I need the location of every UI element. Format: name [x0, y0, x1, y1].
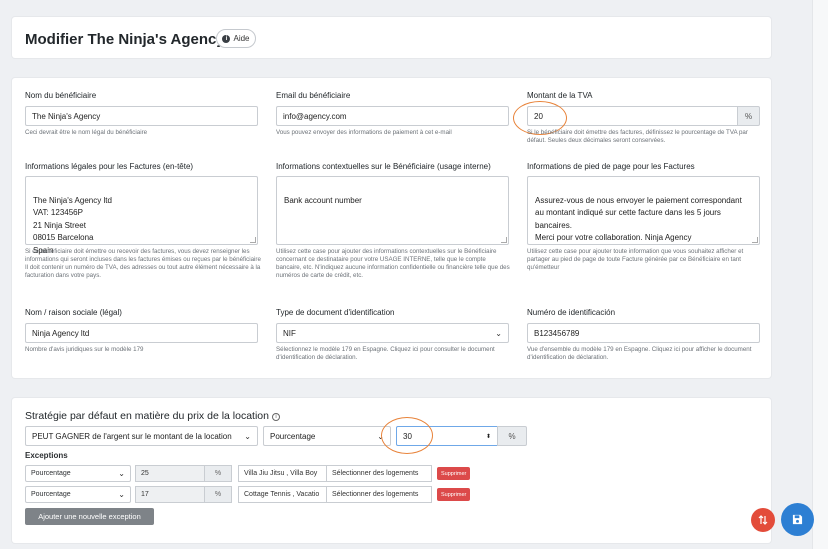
highlight-circle [381, 417, 433, 454]
beneficiary-email-input[interactable]: info@agency.com [276, 106, 509, 126]
help-button-label: Aide [233, 34, 250, 43]
help-button[interactable]: i Aide [216, 29, 256, 48]
beneficiary-email-help: Vous pouvez envoyer des informations de … [276, 129, 452, 136]
page-title: Modifier The Ninja's Agency [25, 31, 225, 48]
info-circle-icon[interactable]: i [271, 413, 280, 421]
exception-listings-field[interactable]: Villa Jiu Jitsu , Villa Boy [238, 465, 327, 482]
sort-arrows-icon [758, 515, 768, 525]
company-name-help: Nombre d'avis juridiques sur le modèle 1… [25, 346, 144, 353]
exception-mode-select[interactable]: Pourcentage ⌄ [25, 465, 131, 482]
chevron-down-icon: ⌄ [118, 490, 125, 499]
legal-info-label: Informations légales pour les Factures (… [25, 162, 194, 171]
chevron-down-icon: ⌄ [118, 469, 125, 478]
exception-value-input[interactable]: 17 [135, 486, 205, 503]
doc-type-help: Sélectionnez le modèle 179 en Espagne. C… [276, 346, 495, 361]
chevron-down-icon: ⌄ [495, 328, 502, 338]
legal-info-help: Si ce bénéficiaire doit émettre ou recev… [25, 248, 261, 279]
chevron-down-icon: ⌄ [244, 431, 251, 441]
vat-help: Si le bénéficiaire doit émettre des fact… [527, 129, 748, 144]
pricing-unit-addon: % [497, 426, 527, 446]
legal-info-textarea[interactable]: The Ninja's Agency ltd VAT: 123456P 21 N… [25, 176, 258, 255]
floppy-disk-icon [792, 514, 803, 525]
footer-info-help: Utilisez cette case pour ajouter toute i… [527, 248, 744, 271]
footer-info-text: Assurez-vous de nous envoyer le paiement… [535, 195, 742, 243]
beneficiary-name-input[interactable]: The Ninja's Agency [25, 106, 258, 126]
exceptions-label: Exceptions [25, 451, 68, 460]
delete-exception-button[interactable]: Supprimer [437, 467, 471, 480]
exception-unit-addon: % [204, 486, 232, 503]
doc-type-select[interactable]: NIF ⌄ [276, 323, 509, 343]
exception-mode-value: Pourcentage [31, 470, 71, 477]
delete-exception-button[interactable]: Supprimer [437, 488, 471, 501]
pricing-strategy-value: PEUT GAGNER de l'argent sur le montant d… [32, 431, 232, 441]
id-number-label: Numéro de identificación [527, 308, 616, 317]
add-exception-button[interactable]: Ajouter une nouvelle exception [25, 508, 154, 525]
info-circle-icon: i [222, 34, 231, 43]
context-info-help: Utilisez cette case pour ajouter des inf… [276, 248, 510, 279]
exception-listings-field[interactable]: Cottage Tennis , Vacatio [238, 486, 327, 503]
scrollbar-track[interactable] [812, 0, 828, 549]
vat-label: Montant de la TVA [527, 91, 593, 100]
select-listings-button[interactable]: Sélectionner des logements [326, 486, 432, 503]
doc-type-label: Type de document d'identification [276, 308, 395, 317]
doc-type-value: NIF [283, 328, 296, 338]
resize-grip-icon[interactable] [250, 237, 256, 243]
company-name-label: Nom / raison sociale (légal) [25, 308, 122, 317]
select-listings-button[interactable]: Sélectionner des logements [326, 465, 432, 482]
id-number-help: Vue d'ensemble du modèle 179 en Espagne.… [527, 346, 752, 361]
pricing-strategy-select[interactable]: PEUT GAGNER de l'argent sur le montant d… [25, 426, 258, 446]
stepper-icon[interactable]: ⬍ [486, 433, 491, 440]
exception-unit-addon: % [204, 465, 232, 482]
pricing-mode-select[interactable]: Pourcentage ⌄ [263, 426, 391, 446]
pricing-section-title: Stratégie par défaut en matière du prix … [25, 410, 280, 422]
id-number-input[interactable]: B123456789 [527, 323, 760, 343]
context-info-label: Informations contextuelles sur le Bénéfi… [276, 162, 491, 171]
exception-value-input[interactable]: 25 [135, 465, 205, 482]
beneficiary-email-label: Email du bénéficiaire [276, 91, 351, 100]
resize-grip-icon[interactable] [501, 237, 507, 243]
resize-grip-icon[interactable] [752, 237, 758, 243]
vat-unit-addon: % [737, 106, 760, 126]
pricing-title-text: Stratégie par défaut en matière du prix … [25, 410, 269, 422]
footer-info-textarea[interactable]: Assurez-vous de nous envoyer le paiement… [527, 176, 760, 245]
sort-button[interactable] [751, 508, 775, 532]
footer-info-label: Informations de pied de page pour les Fa… [527, 162, 695, 171]
context-info-text: Bank account number [284, 195, 362, 205]
exception-mode-value: Pourcentage [31, 491, 71, 498]
beneficiary-name-label: Nom du bénéficiaire [25, 91, 97, 100]
beneficiary-name-help: Ceci devrait être le nom légal du bénéfi… [25, 129, 148, 136]
save-button[interactable] [781, 503, 814, 536]
pricing-mode-value: Pourcentage [270, 431, 316, 441]
exception-mode-select[interactable]: Pourcentage ⌄ [25, 486, 131, 503]
context-info-textarea[interactable]: Bank account number [276, 176, 509, 245]
company-name-input[interactable]: Ninja Agency ltd [25, 323, 258, 343]
